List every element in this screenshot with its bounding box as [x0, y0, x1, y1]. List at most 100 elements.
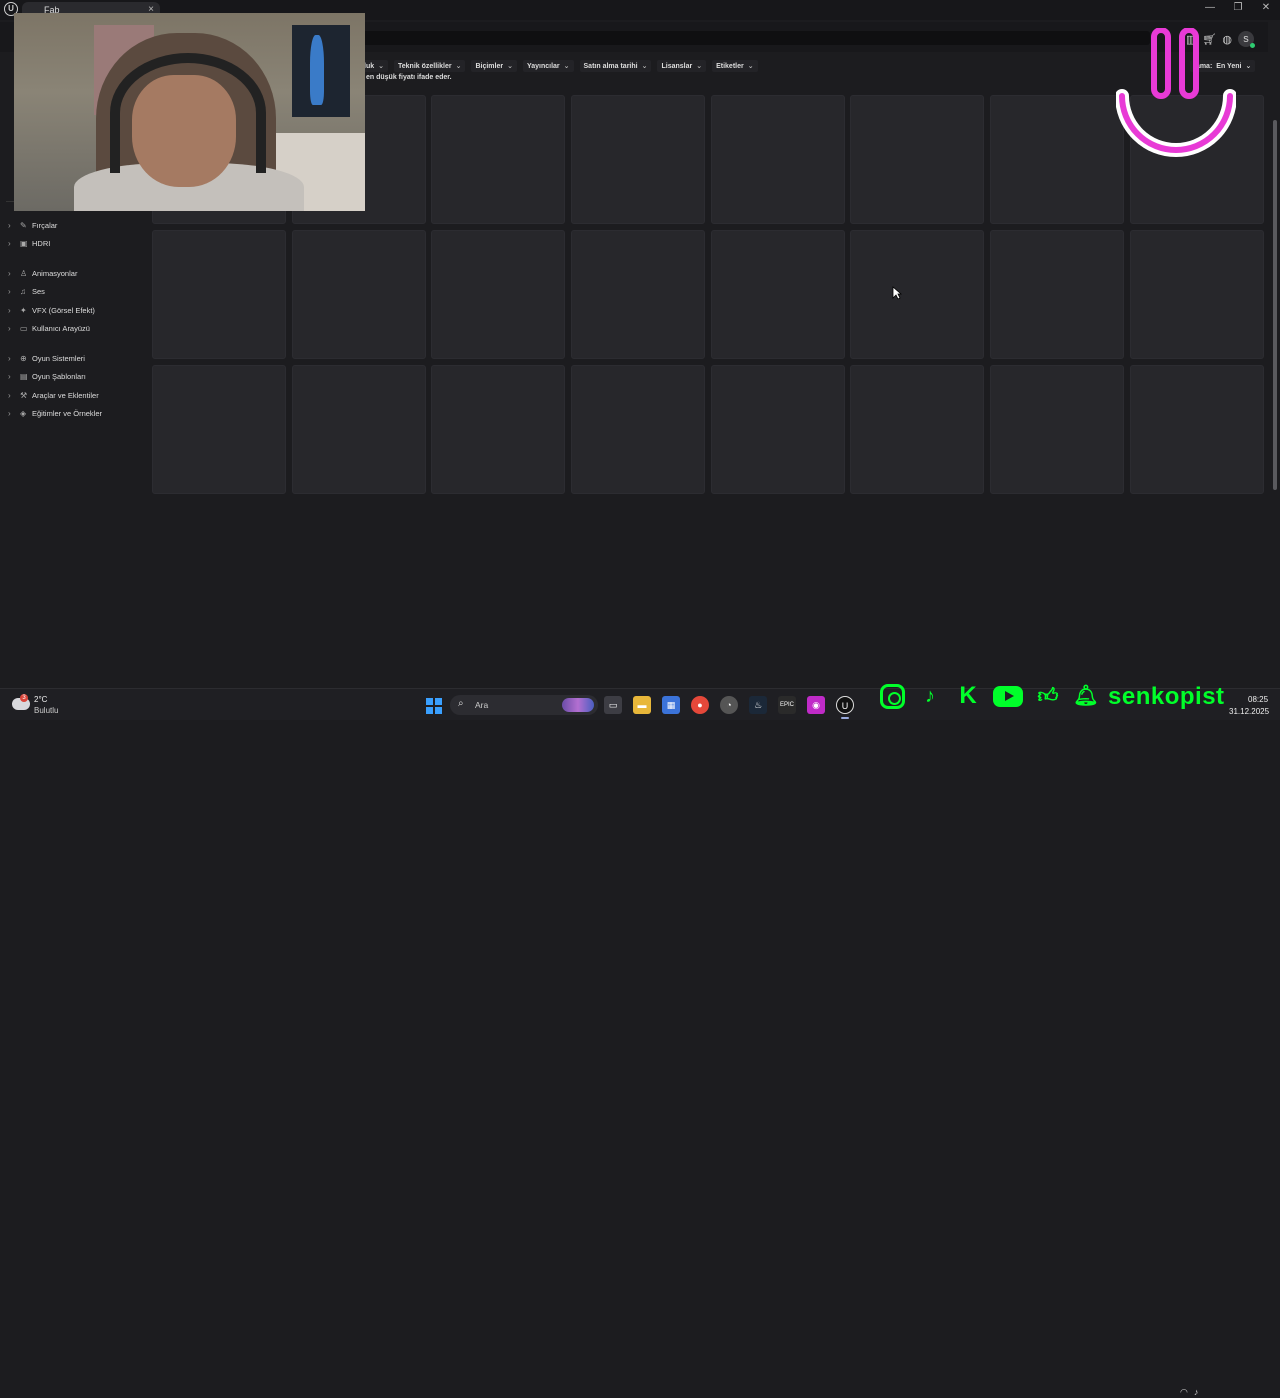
smiley-overlay-icon: [1116, 28, 1236, 157]
webcam-parrot: [310, 35, 324, 105]
steam-icon[interactable]: ♨: [749, 696, 767, 714]
chevron-right-icon: ›: [8, 390, 11, 400]
filter-dropdown[interactable]: Satın alma tarihi ⌄: [579, 60, 652, 72]
window-close-button[interactable]: ✕: [1252, 2, 1280, 13]
sidebar-item-tutorials[interactable]: › ◈ Eğitimler ve Örnekler: [8, 405, 136, 424]
product-card-placeholder[interactable]: [990, 95, 1125, 224]
filter-label: Satın alma tarihi: [583, 62, 638, 70]
windows-start-icon[interactable]: [426, 698, 442, 714]
weather-temperature[interactable]: 2°C: [34, 695, 47, 704]
sidebar-item-label: Animasyonlar: [32, 268, 78, 278]
task-view-icon[interactable]: ▭: [604, 696, 622, 714]
sidebar-item-game-systems[interactable]: › ⊕ Oyun Sistemleri: [8, 349, 136, 368]
product-card-placeholder[interactable]: [571, 230, 706, 359]
filter-dropdown[interactable]: Teknik özellikler ⌄: [394, 60, 466, 72]
tiktok-icon: ♪: [925, 685, 935, 707]
kick-icon: K: [959, 682, 977, 709]
thumbs-up-icon: 👍︎: [1037, 685, 1059, 707]
chevron-right-icon: ›: [8, 372, 11, 382]
filter-dropdown[interactable]: Biçimler ⌄: [471, 60, 517, 72]
epic-games-icon[interactable]: EPIC: [778, 696, 796, 714]
image-icon: ▣: [20, 239, 28, 249]
search-input[interactable]: [360, 31, 1150, 45]
sidebar-item-hdri[interactable]: › ▣ HDRI: [8, 235, 136, 254]
education-icon: ◈: [20, 409, 27, 419]
filter-dropdown[interactable]: Etiketler ⌄: [712, 60, 758, 72]
product-card-placeholder[interactable]: [1129, 365, 1264, 494]
music-icon: ♫: [20, 287, 26, 297]
restore-button[interactable]: ❐: [1224, 2, 1252, 13]
app-pink-icon[interactable]: ◉: [807, 696, 825, 714]
webcam-headset: [110, 53, 266, 173]
sidebar-group: › ♙ Animasyonlar › ♫ Ses › ✦ VFX (Görsel Efekt…: [8, 264, 136, 338]
avatar[interactable]: s: [1238, 31, 1255, 48]
minimize-button[interactable]: —: [1196, 2, 1224, 13]
filter-dropdown[interactable]: Yayıncılar ⌄: [522, 60, 574, 72]
product-card-placeholder[interactable]: [710, 95, 845, 224]
chevron-right-icon: ›: [8, 324, 11, 334]
clock-date[interactable]: 31.12.2025: [1229, 707, 1269, 716]
filter-dropdown[interactable]: Lisanslar ⌄: [657, 60, 707, 72]
weather-description[interactable]: Bulutlu: [34, 706, 58, 715]
product-card-placeholder[interactable]: [710, 365, 845, 494]
product-card-placeholder[interactable]: [431, 365, 566, 494]
sidebar-item-audio[interactable]: › ♫ Ses: [8, 283, 136, 302]
social-overlay: ♪ K 👍︎ 🔔︎: [880, 683, 1099, 709]
sidebar-item-label: Araçlar ve Eklentiler: [32, 390, 99, 400]
filter-label: Teknik özellikler: [398, 62, 452, 70]
gamepad-icon: ⊕: [20, 353, 27, 363]
template-icon: ▤: [20, 372, 28, 382]
product-card-placeholder[interactable]: [990, 365, 1125, 494]
app-red-dot-icon[interactable]: ◔: [720, 696, 738, 714]
store-icon[interactable]: ▦: [662, 696, 680, 714]
sidebar-item-game-templates[interactable]: › ▤ Oyun Şablonları: [8, 368, 136, 387]
taskbar-search[interactable]: ⌕ Ara: [450, 695, 598, 715]
chevron-down-icon: ⌄: [507, 63, 513, 70]
sidebar-item-vfx[interactable]: › ✦ VFX (Görsel Efekt): [8, 301, 136, 320]
product-card-placeholder[interactable]: [291, 230, 426, 359]
sidebar-group: › ⊕ Oyun Sistemleri › ▤ Oyun Şablonları › ⚒ Ar…: [8, 349, 136, 423]
product-card-placeholder[interactable]: [710, 230, 845, 359]
filter-label: Etiketler: [716, 62, 744, 70]
sidebar-group: › ✎ Fırçalar › ▣ HDRI: [8, 216, 136, 253]
online-status-dot: [1250, 43, 1255, 48]
price-note: en düşük fiyatı ifade eder.: [366, 74, 452, 81]
volume-icon[interactable]: ♪: [1194, 1387, 1199, 1398]
chevron-down-icon: ⌄: [696, 63, 703, 70]
product-card-placeholder[interactable]: [431, 95, 566, 224]
chevron-down-icon: ⌄: [641, 63, 648, 70]
filter-label: luk: [364, 62, 375, 70]
sidebar-item-label: HDRI: [32, 239, 51, 249]
sidebar: › ✎ Fırçalar › ▣ HDRI › ♙ Animasyonlar › ♫ Ses ›…: [8, 216, 136, 434]
product-card-placeholder[interactable]: [850, 365, 985, 494]
webcam-overlay: [14, 13, 365, 211]
sidebar-item-label: Oyun Sistemleri: [32, 353, 85, 363]
sidebar-item-ui[interactable]: › ▭ Kullanıcı Arayüzü: [8, 320, 136, 339]
sidebar-item-brushes[interactable]: › ✎ Fırçalar: [8, 216, 136, 235]
chrome-icon[interactable]: ●: [691, 696, 709, 714]
clock-time[interactable]: 08:25: [1248, 695, 1268, 704]
avatar-initial: s: [1243, 33, 1249, 45]
product-card-placeholder[interactable]: [850, 95, 985, 224]
file-explorer-icon[interactable]: ▬: [633, 696, 651, 714]
product-card-placeholder[interactable]: [431, 230, 566, 359]
search-placeholder: Ara: [475, 700, 489, 710]
scrollbar-thumb[interactable]: [1273, 120, 1277, 490]
product-card-placeholder[interactable]: [152, 230, 286, 359]
product-card-placeholder[interactable]: [1129, 230, 1264, 359]
product-card-placeholder[interactable]: [850, 230, 985, 359]
product-card-placeholder[interactable]: [990, 230, 1125, 359]
product-card-placeholder[interactable]: [571, 95, 706, 224]
sidebar-item-label: Kullanıcı Arayüzü: [32, 324, 90, 334]
sidebar-item-animations[interactable]: › ♙ Animasyonlar: [8, 264, 136, 283]
chevron-down-icon: ⌄: [563, 63, 570, 70]
product-card-placeholder[interactable]: [291, 365, 426, 494]
sidebar-item-label: Oyun Şablonları: [32, 372, 86, 382]
sidebar-item-tools[interactable]: › ⚒ Araçlar ve Eklentiler: [8, 386, 136, 405]
product-card-placeholder[interactable]: [571, 365, 706, 494]
wifi-icon[interactable]: ◠: [1180, 1387, 1188, 1398]
product-card-placeholder[interactable]: [152, 365, 286, 494]
sidebar-item-label: Fırçalar: [32, 220, 58, 230]
unreal-engine-icon[interactable]: U: [836, 696, 854, 714]
chevron-down-icon: ⌄: [1245, 63, 1252, 70]
